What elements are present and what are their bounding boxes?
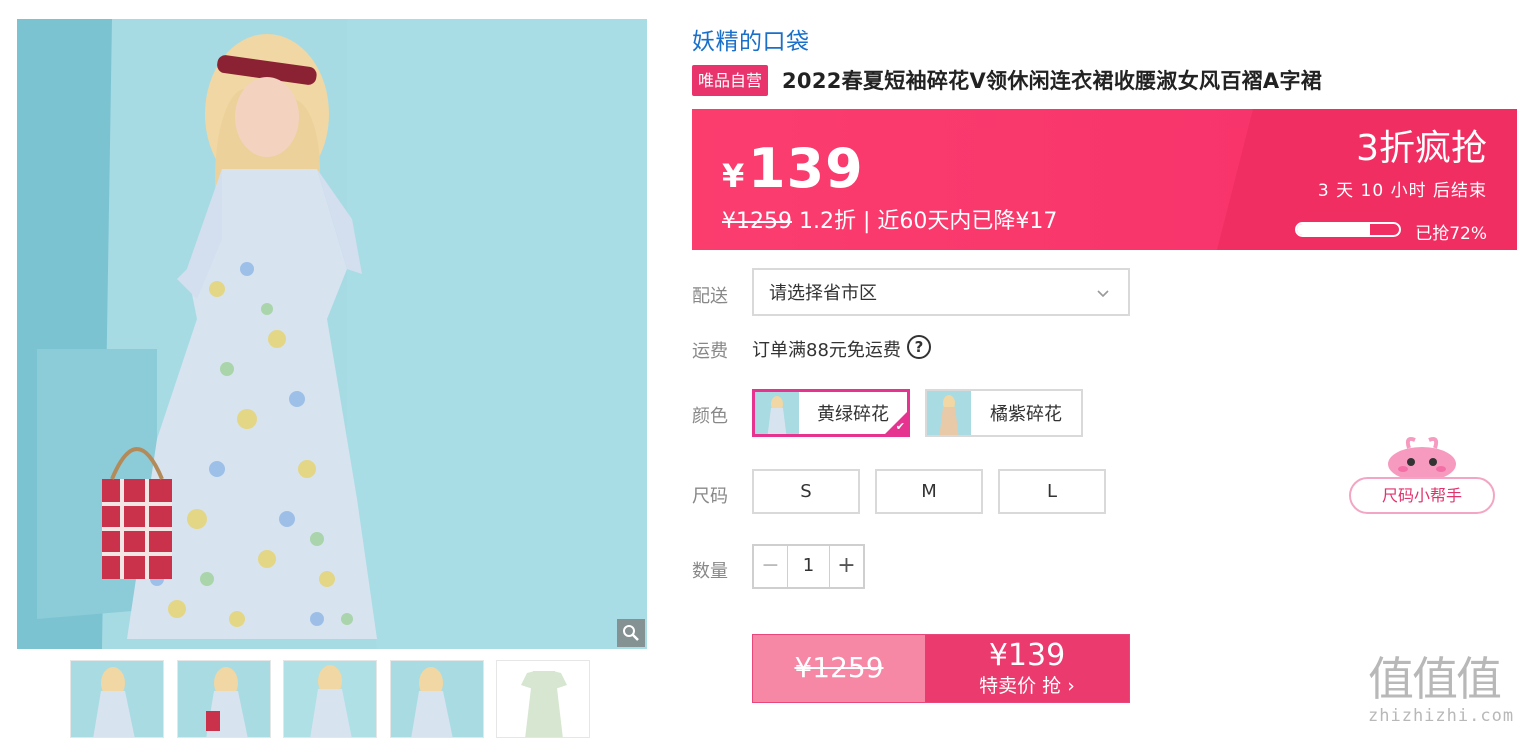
buy-action-label: 特卖价 抢 <box>979 675 1062 697</box>
currency-symbol: ¥ <box>722 157 745 195</box>
sold-progress-fill <box>1297 224 1371 235</box>
discount-rate: 1.2折 <box>799 209 856 234</box>
size-label: 尺码 <box>692 486 728 507</box>
size-helper[interactable]: 尺码小帮手 <box>1347 432 1497 516</box>
color-option-label: 橘紫碎花 <box>990 404 1062 425</box>
size-helper-button[interactable]: 尺码小帮手 <box>1349 477 1495 514</box>
brand-link[interactable]: 妖精的口袋 <box>692 22 810 56</box>
buy-action: 特卖价 抢 › <box>925 673 1129 699</box>
thumbnail-5[interactable] <box>496 660 590 738</box>
main-product-photo[interactable] <box>17 19 647 649</box>
mascot-icon <box>1388 437 1456 481</box>
color-label: 颜色 <box>692 406 728 427</box>
quantity-label: 数量 <box>692 561 728 582</box>
buy-price: ¥139 <box>988 638 1066 673</box>
price-drop-note: 近60天内已降¥17 <box>877 209 1058 234</box>
thumbnail-image <box>178 661 270 737</box>
thumbnail-2[interactable] <box>177 660 271 738</box>
color-swatch <box>927 391 971 435</box>
size-option-m[interactable]: M <box>875 469 983 514</box>
original-price: ¥1259 <box>722 209 792 234</box>
thumbnail-3[interactable] <box>283 660 377 738</box>
shipping-label: 运费 <box>692 341 728 362</box>
quantity-stepper: − 1 + <box>752 544 865 589</box>
color-swatch <box>755 392 799 434</box>
self-operated-badge: 唯品自营 <box>692 64 769 96</box>
chevron-right-icon: › <box>1067 675 1075 697</box>
shipping-policy: 订单满88元免运费 <box>752 340 901 361</box>
thumbnail-image <box>284 661 376 737</box>
sold-progress-label: 已抢72% <box>1415 224 1487 244</box>
delivery-label: 配送 <box>692 286 728 307</box>
promo-title: 3折疯抢 <box>1356 128 1487 169</box>
thumbnail-4[interactable] <box>390 660 484 738</box>
price-separator: | <box>856 209 878 234</box>
thumbnail-1[interactable] <box>70 660 164 738</box>
quantity-input[interactable]: 1 <box>787 546 830 587</box>
size-option-s[interactable]: S <box>752 469 860 514</box>
color-option-yellow-green[interactable]: 黄绿碎花 ✔ <box>752 389 910 437</box>
quantity-decrease-button[interactable]: − <box>754 546 787 587</box>
swatch-image <box>755 392 799 434</box>
price-banner: ¥ 139 ¥1259 1.2折 | 近60天内已降¥17 3折疯抢 3 天 1… <box>692 109 1517 250</box>
watermark-url: zhizhizhi.com <box>1368 706 1515 726</box>
check-icon: ✔ <box>895 420 905 433</box>
chevron-down-icon <box>1097 290 1109 298</box>
swatch-image <box>927 391 971 435</box>
zoom-icon <box>623 625 639 641</box>
buy-bar: ¥1259 ¥139 特卖价 抢 › <box>752 634 1130 703</box>
help-icon[interactable]: ? <box>907 335 931 359</box>
region-select-value: 请选择省市区 <box>769 283 877 304</box>
quantity-increase-button[interactable]: + <box>830 546 863 587</box>
watermark-logo: 值值值 <box>1368 652 1502 706</box>
thumbnail-image <box>497 661 589 737</box>
size-option-l[interactable]: L <box>998 469 1106 514</box>
region-select[interactable]: 请选择省市区 <box>752 268 1130 316</box>
title-row: 唯品自营 2022春夏短袖碎花V领休闲连衣裙收腰淑女风百褶A字裙 <box>692 64 1322 96</box>
site-watermark: 值值值 zhizhizhi.com <box>1368 652 1518 738</box>
sold-progress-bar <box>1295 222 1401 237</box>
current-price: 139 <box>748 137 864 200</box>
thumbnail-image <box>71 661 163 737</box>
buy-original-price: ¥1259 <box>753 635 925 702</box>
product-photo-illustration <box>17 19 647 649</box>
zoom-button[interactable] <box>617 619 645 647</box>
buy-now-button[interactable]: ¥139 特卖价 抢 › <box>925 635 1129 702</box>
thumbnail-image <box>391 661 483 737</box>
product-title: 2022春夏短袖碎花V领休闲连衣裙收腰淑女风百褶A字裙 <box>782 69 1323 93</box>
price-meta: ¥1259 1.2折 | 近60天内已降¥17 <box>722 203 1057 235</box>
countdown-timer: 3 天 10 小时 后结束 <box>1317 181 1487 201</box>
color-option-orange-purple[interactable]: 橘紫碎花 <box>925 389 1083 437</box>
